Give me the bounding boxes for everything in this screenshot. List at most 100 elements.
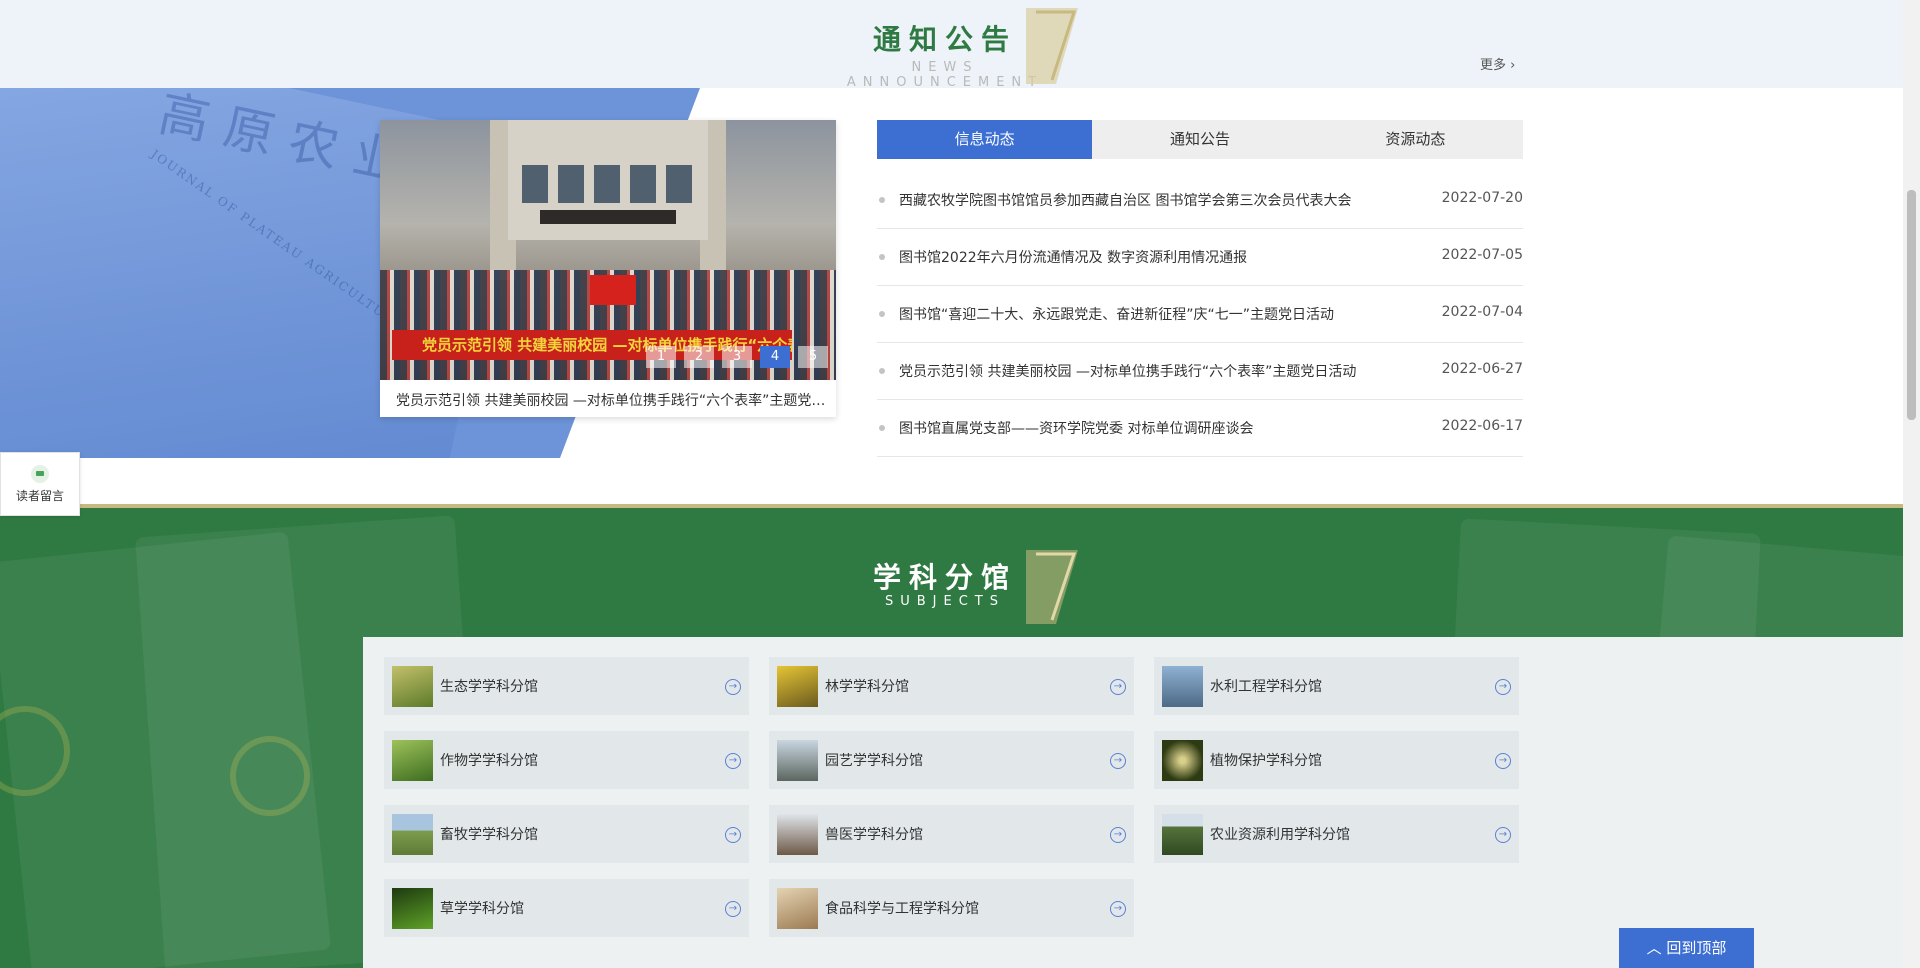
arrow-right-circle-icon[interactable]: →	[1110, 827, 1126, 843]
subject-thumbnail	[1162, 666, 1203, 707]
news-title[interactable]: 西藏农牧学院图书馆馆员参加西藏自治区 图书馆学会第三次会员代表大会	[899, 190, 1351, 210]
subject-label: 水利工程学科分馆	[1210, 679, 1322, 695]
news-item[interactable]: 图书馆2022年六月份流通情况及 数字资源利用情况通报 2022-07-05	[877, 229, 1523, 286]
arrow-right-circle-icon[interactable]: →	[1495, 827, 1511, 843]
subject-thumbnail	[1162, 740, 1203, 781]
news-title[interactable]: 图书馆“喜迎二十大、永远跟党走、奋进新征程”庆“七一”主题党日活动	[899, 304, 1334, 324]
subject-thumbnail	[392, 814, 433, 855]
bullet-icon	[879, 254, 885, 260]
news-item[interactable]: 党员示范引领 共建美丽校园 —对标单位携手践行“六个表率”主题党日活动 2022…	[877, 343, 1523, 400]
reader-message-label: 读者留言	[15, 489, 64, 503]
scrollbar-thumb[interactable]	[1907, 190, 1916, 420]
chat-bubble-icon	[31, 465, 49, 483]
subject-thumbnail	[777, 814, 818, 855]
reader-message-button[interactable]: 读者留言	[0, 452, 80, 516]
window	[558, 165, 584, 203]
subject-item-forestry[interactable]: 林学学科分馆 →	[769, 657, 1134, 715]
slider-page-1[interactable]: 1	[646, 346, 676, 368]
window	[666, 165, 692, 203]
subject-item-ecology[interactable]: 生态学学科分馆 →	[384, 657, 749, 715]
news-date: 2022-06-27	[1441, 361, 1523, 377]
bullet-icon	[879, 197, 885, 203]
news-item[interactable]: 图书馆“喜迎二十大、永远跟党走、奋进新征程”庆“七一”主题党日活动 2022-0…	[877, 286, 1523, 343]
news-date: 2022-07-20	[1441, 190, 1523, 206]
arrow-right-circle-icon[interactable]: →	[1495, 753, 1511, 769]
arrow-right-circle-icon[interactable]: →	[1110, 679, 1126, 695]
back-to-top-button[interactable]: ︿ 回到顶部	[1619, 928, 1754, 968]
subject-label: 草学学科分馆	[440, 901, 524, 917]
subject-label: 植物保护学科分馆	[1210, 753, 1322, 769]
subject-label: 兽医学学科分馆	[825, 827, 923, 843]
news-item[interactable]: 西藏农牧学院图书馆馆员参加西藏自治区 图书馆学会第三次会员代表大会 2022-0…	[877, 172, 1523, 229]
news-slider[interactable]: 党员示范引领 共建美丽校园 —对标单位携手践行“六个表率”主题党日活动 1 2 …	[380, 120, 836, 417]
news-title[interactable]: 图书馆2022年六月份流通情况及 数字资源利用情况通报	[899, 247, 1247, 267]
party-flag	[590, 275, 636, 305]
news-title[interactable]: 党员示范引领 共建美丽校园 —对标单位携手践行“六个表率”主题党日活动	[899, 361, 1356, 381]
library-building	[508, 120, 708, 240]
bullet-icon	[879, 425, 885, 431]
subject-label: 食品科学与工程学科分馆	[825, 901, 979, 917]
news-date: 2022-06-17	[1441, 418, 1523, 434]
subject-item-agri-resources[interactable]: 农业资源利用学科分馆 →	[1154, 805, 1519, 863]
subject-label: 作物学学科分馆	[440, 753, 538, 769]
news-title[interactable]: 图书馆直属党支部——资环学院党委 对标单位调研座谈会	[899, 418, 1253, 438]
subject-label: 生态学学科分馆	[440, 679, 538, 695]
arrow-right-circle-icon[interactable]: →	[1110, 901, 1126, 917]
bullet-icon	[879, 311, 885, 317]
subject-item-grassland[interactable]: 草学学科分馆 →	[384, 879, 749, 937]
n-logo-mark-icon	[1026, 8, 1078, 84]
subject-item-crop[interactable]: 作物学学科分馆 →	[384, 731, 749, 789]
arrow-right-circle-icon[interactable]: →	[725, 753, 741, 769]
subject-item-horticulture[interactable]: 园艺学学科分馆 →	[769, 731, 1134, 789]
subject-thumbnail	[392, 740, 433, 781]
subject-thumbnail	[1162, 814, 1203, 855]
subject-item-food-science[interactable]: 食品科学与工程学科分馆 →	[769, 879, 1134, 937]
subject-label: 畜牧学学科分馆	[440, 827, 538, 843]
subject-thumbnail	[777, 740, 818, 781]
slide-photo[interactable]: 党员示范引领 共建美丽校园 —对标单位携手践行“六个表率”主题党日活动 1 2 …	[380, 120, 836, 380]
tab-info-news[interactable]: 信息动态	[877, 120, 1093, 159]
news-date: 2022-07-05	[1441, 247, 1523, 263]
subject-thumbnail	[392, 666, 433, 707]
subjects-title-en: SUBJECTS	[884, 594, 1005, 609]
subjects-section-title: 学科分馆 SUBJECTS	[860, 556, 1030, 609]
subject-item-veterinary[interactable]: 兽医学学科分馆 →	[769, 805, 1134, 863]
subject-label: 园艺学学科分馆	[825, 753, 923, 769]
subjects-title-zh: 学科分馆	[872, 561, 1017, 594]
subject-item-hydraulic[interactable]: 水利工程学科分馆 →	[1154, 657, 1519, 715]
subject-label: 农业资源利用学科分馆	[1210, 827, 1350, 843]
slider-page-2[interactable]: 2	[684, 346, 714, 368]
subject-item-animal-husbandry[interactable]: 畜牧学学科分馆 →	[384, 805, 749, 863]
arrow-right-circle-icon[interactable]: →	[1495, 679, 1511, 695]
more-link[interactable]: 更多 ›	[1480, 54, 1515, 73]
subject-thumbnail	[777, 666, 818, 707]
arrow-right-circle-icon[interactable]: →	[725, 679, 741, 695]
tab-notices[interactable]: 通知公告	[1092, 120, 1307, 159]
window	[630, 165, 656, 203]
slide-caption[interactable]: 党员示范引领 共建美丽校园 —对标单位携手践行“六个表率”主题党日活动	[396, 390, 826, 410]
news-item[interactable]: 图书馆直属党支部——资环学院党委 对标单位调研座谈会 2022-06-17	[877, 400, 1523, 457]
subject-thumbnail	[392, 888, 433, 929]
arrow-right-circle-icon[interactable]: →	[725, 901, 741, 917]
window	[522, 165, 548, 203]
n-logo-mark-icon	[1026, 550, 1078, 624]
slider-pagination: 1 2 3 4 5	[646, 346, 828, 368]
arrow-right-circle-icon[interactable]: →	[1110, 753, 1126, 769]
subject-label: 林学学科分馆	[825, 679, 909, 695]
news-date: 2022-07-04	[1441, 304, 1523, 320]
slider-page-3[interactable]: 3	[722, 346, 752, 368]
tab-resource-news[interactable]: 资源动态	[1308, 120, 1523, 159]
seal-watermark	[230, 736, 310, 816]
arrow-right-circle-icon[interactable]: →	[725, 827, 741, 843]
slider-page-5[interactable]: 5	[798, 346, 828, 368]
news-tabs: 信息动态 通知公告 资源动态	[877, 120, 1523, 159]
page-scrollbar[interactable]	[1903, 0, 1920, 968]
chevron-up-icon: ︿	[1646, 939, 1662, 957]
window	[594, 165, 620, 203]
subject-item-plant-protection[interactable]: 植物保护学科分馆 →	[1154, 731, 1519, 789]
subjects-card: 生态学学科分馆 → 林学学科分馆 → 水利工程学科分馆 → 作物学学科分馆 → …	[363, 637, 1903, 968]
building-sign	[540, 210, 676, 224]
news-list: 西藏农牧学院图书馆馆员参加西藏自治区 图书馆学会第三次会员代表大会 2022-0…	[877, 172, 1523, 457]
subjects-top-border	[0, 504, 1903, 508]
slider-page-4[interactable]: 4	[760, 346, 790, 368]
